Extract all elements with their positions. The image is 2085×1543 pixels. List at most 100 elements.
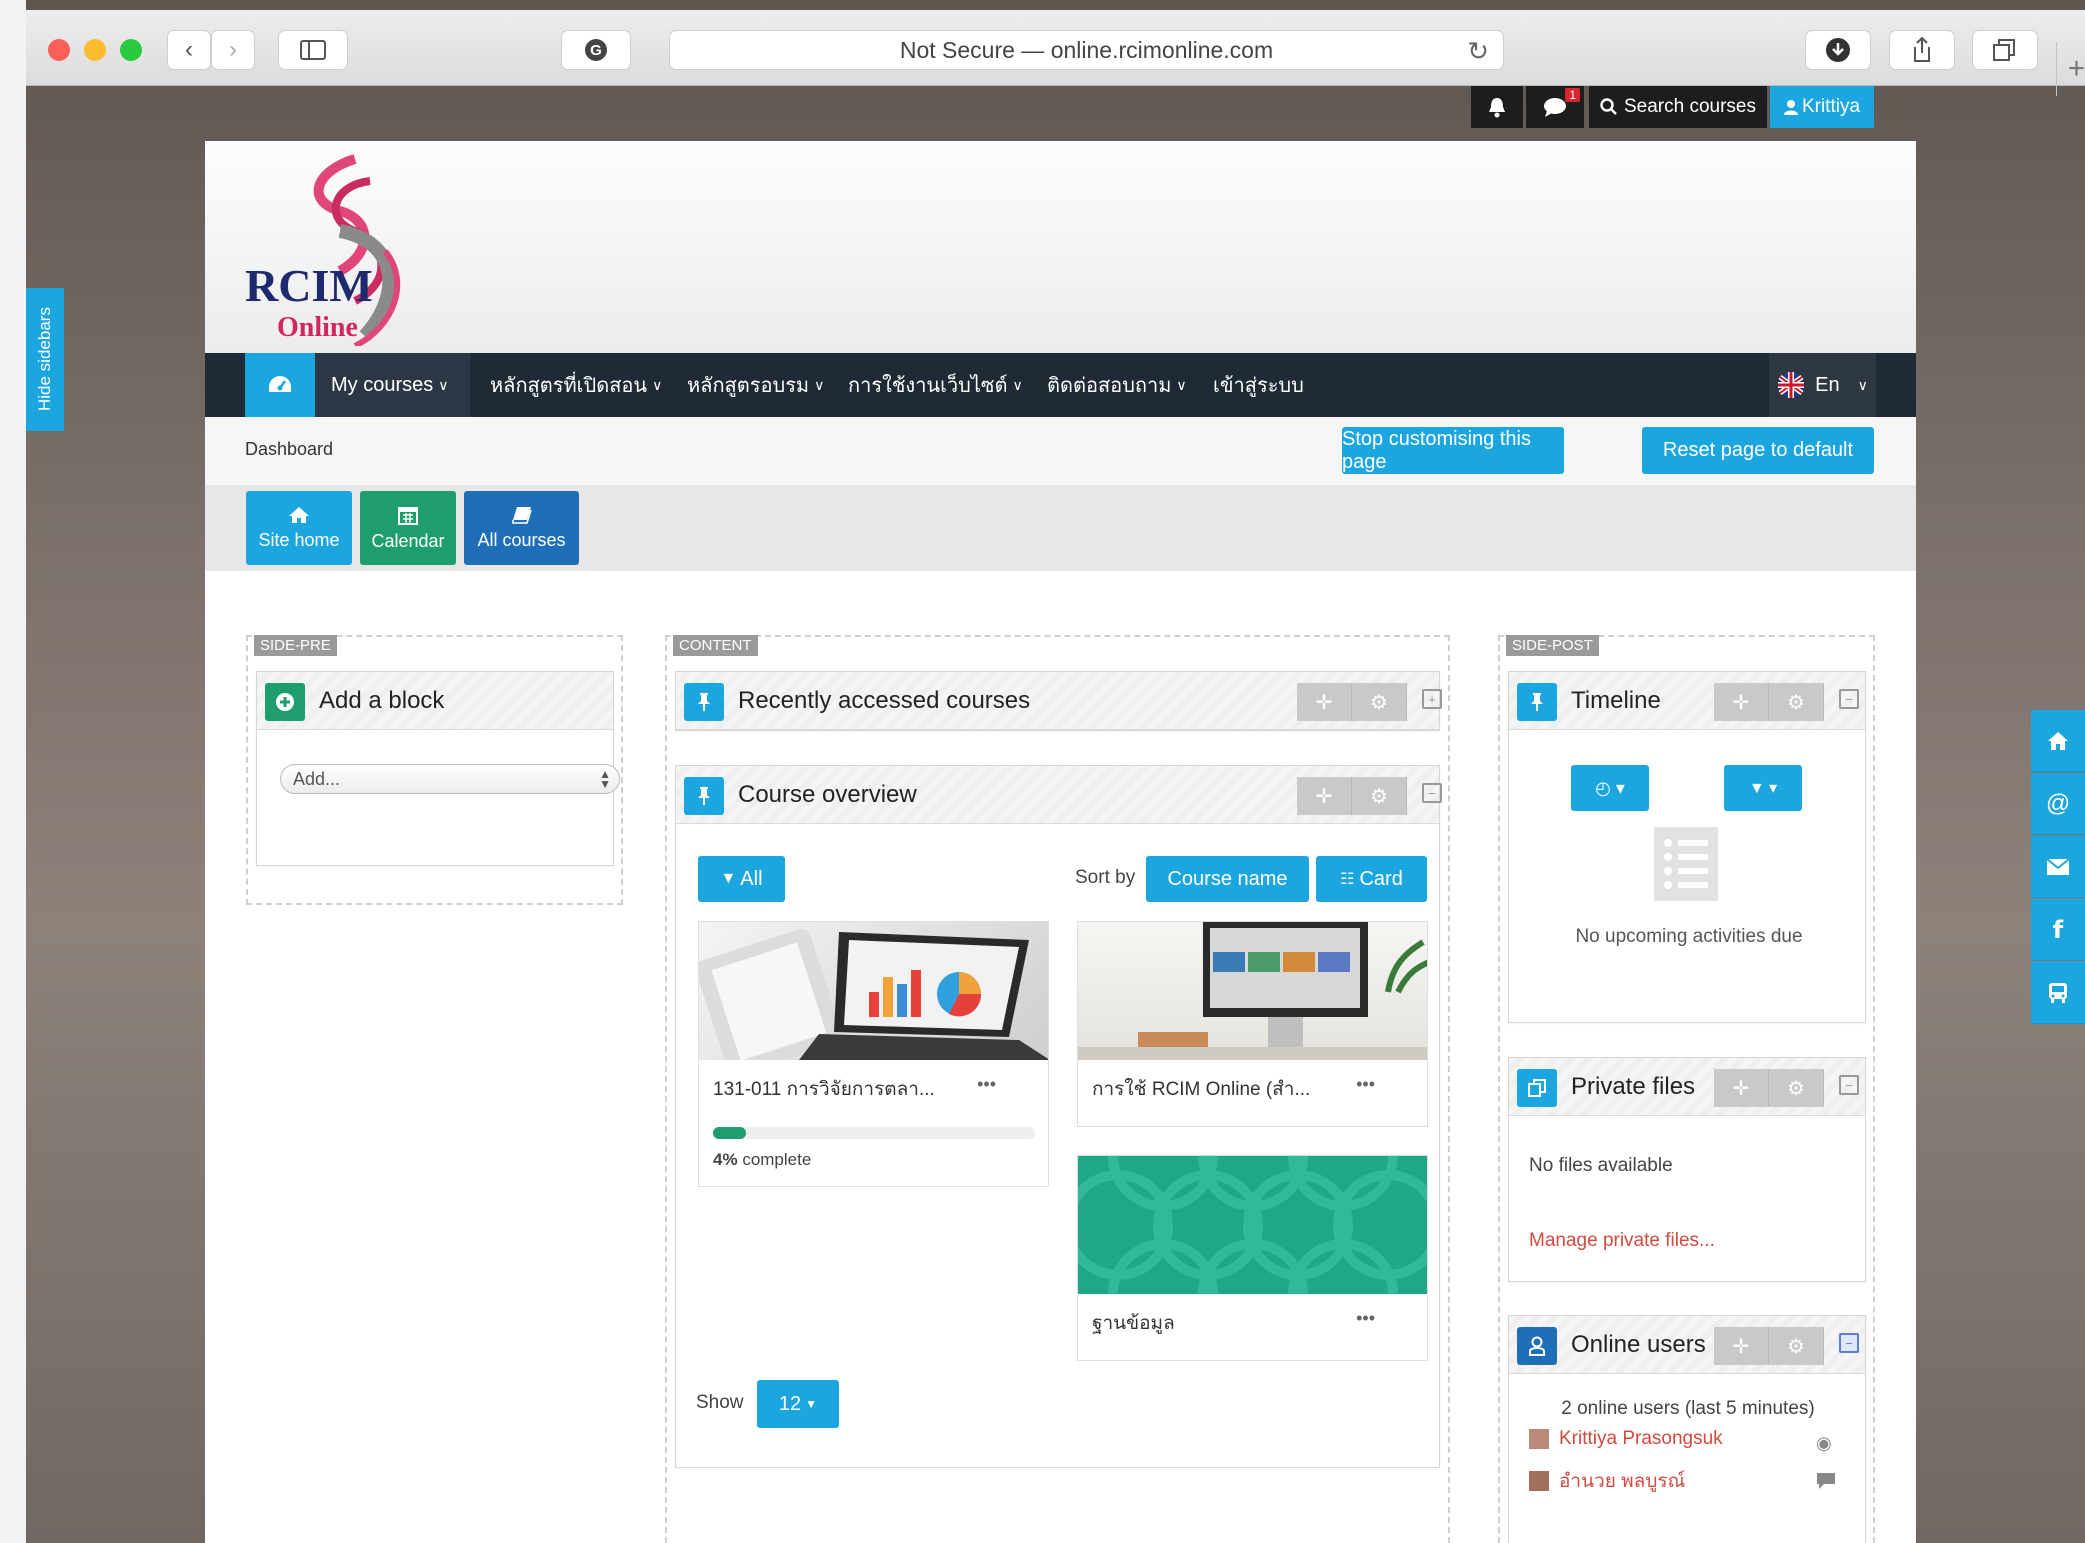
site-home-button[interactable]: Site home (246, 491, 352, 565)
timeline-filter-button[interactable]: ▼ ▾ (1724, 765, 1802, 811)
collapse-icon[interactable]: − (1839, 1075, 1859, 1095)
calendar-button[interactable]: Calendar (360, 491, 456, 565)
nav-open-courses[interactable]: หลักสูตรที่เปิดสอน ∨ (490, 353, 662, 417)
language-selector[interactable]: En ∨ (1769, 353, 1876, 417)
reload-icon[interactable]: ↻ (1467, 36, 1489, 67)
expand-icon[interactable]: + (1422, 689, 1442, 709)
view-label: Card (1359, 867, 1403, 890)
sidebar-toggle-button[interactable] (278, 30, 348, 70)
gear-icon[interactable]: ⚙ (1352, 777, 1407, 815)
chevron-down-icon: ∨ (1857, 376, 1868, 393)
pin-icon[interactable] (1517, 683, 1557, 721)
minimize-window-button[interactable] (84, 39, 106, 61)
course-card[interactable]: 131-011 การวิจัยการตลา... ••• 4% complet… (698, 921, 1049, 1187)
messages-button[interactable]: 1 (1526, 86, 1584, 128)
content-region: CONTENT Recently accessed courses ✛ ⚙ + … (665, 635, 1450, 1543)
more-options-icon[interactable]: ••• (977, 1074, 996, 1095)
pin-icon[interactable] (684, 683, 724, 721)
move-icon[interactable]: ✛ (1714, 1069, 1769, 1107)
course-title[interactable]: การใช้ RCIM Online (สำ... (1092, 1074, 1310, 1104)
manage-private-files-link[interactable]: Manage private files... (1529, 1230, 1715, 1252)
chevron-down-icon: ∨ (1176, 376, 1187, 393)
sort-course-name-button[interactable]: Course name (1146, 856, 1309, 902)
share-button[interactable] (1889, 30, 1955, 70)
gear-icon[interactable]: ⚙ (1352, 683, 1407, 721)
user-icon (1783, 100, 1798, 115)
search-courses-label: Search courses (1623, 96, 1756, 117)
add-block-select[interactable]: Add... ▲ ▼ (280, 764, 620, 794)
address-bar[interactable]: Not Secure — online.rcimonline.com ↻ (669, 30, 1504, 70)
transport-button[interactable] (2031, 962, 2085, 1024)
bus-icon (2049, 982, 2067, 1003)
new-tab-button[interactable]: + (2056, 42, 2085, 96)
notifications-button[interactable] (1471, 86, 1523, 128)
gear-icon[interactable]: ⚙ (1769, 1327, 1824, 1365)
nav-training-courses[interactable]: หลักสูตรอบรม ∨ (687, 353, 824, 417)
more-options-icon[interactable]: ••• (1356, 1074, 1375, 1095)
facebook-button[interactable]: f (2031, 899, 2085, 961)
close-window-button[interactable] (48, 39, 70, 61)
collapse-icon[interactable]: − (1422, 783, 1442, 803)
facebook-icon: f (2052, 915, 2064, 944)
breadcrumb[interactable]: Dashboard (245, 439, 333, 460)
collapse-icon[interactable]: − (1839, 1333, 1859, 1353)
user-outline-icon (1517, 1327, 1557, 1365)
hide-sidebars-button[interactable]: Hide sidebars (26, 288, 64, 431)
move-icon[interactable]: ✛ (1297, 683, 1352, 721)
move-icon[interactable]: ✛ (1297, 777, 1352, 815)
filter-icon: ▼ (720, 870, 737, 887)
search-courses-button[interactable]: Search courses (1589, 86, 1767, 128)
online-user-link[interactable]: Krittiya Prasongsuk (1559, 1428, 1723, 1450)
downloads-button[interactable] (1805, 30, 1871, 70)
view-card-button[interactable]: ☷ Card (1316, 856, 1427, 902)
course-title[interactable]: 131-011 การวิจัยการตลา... (713, 1074, 935, 1104)
envelope-icon (2046, 857, 2070, 875)
message-icon[interactable] (1816, 1472, 1836, 1490)
reset-page-button[interactable]: Reset page to default (1642, 427, 1874, 474)
calendar-icon (398, 506, 418, 525)
collapse-icon[interactable]: − (1839, 689, 1859, 709)
online-user-link[interactable]: อำนวย พลบูรณ์ (1559, 1466, 1685, 1496)
more-options-icon[interactable]: ••• (1356, 1308, 1375, 1329)
back-button[interactable]: ‹ (167, 30, 211, 70)
dashboard-nav-button[interactable] (245, 353, 315, 417)
move-icon[interactable]: ✛ (1714, 683, 1769, 721)
nav-login[interactable]: เข้าสู่ระบบ (1213, 353, 1304, 417)
progress-bar-fill (713, 1127, 747, 1139)
show-label: Show (696, 1392, 744, 1413)
tabs-icon (1993, 39, 2015, 61)
main-navbar: My courses ∨ หลักสูตรที่เปิดสอน ∨ หลักสูตร… (205, 353, 1916, 417)
show-count-select[interactable]: 12 ▼ (757, 1380, 839, 1428)
course-title[interactable]: ฐานข้อมูล (1092, 1308, 1175, 1338)
forward-button[interactable]: › (211, 30, 255, 70)
course-card[interactable]: การใช้ RCIM Online (สำ... ••• (1077, 921, 1428, 1127)
online-users-block: Online users ✛ ⚙ − 2 online users (last … (1508, 1315, 1866, 1543)
nav-my-courses[interactable]: My courses ∨ (315, 353, 470, 417)
move-icon[interactable]: ✛ (1714, 1327, 1769, 1365)
tabs-overview-button[interactable] (1972, 30, 2038, 70)
gear-icon[interactable]: ⚙ (1769, 1069, 1824, 1107)
filter-all-button[interactable]: ▼ All (698, 856, 785, 902)
user-menu-button[interactable]: Krittiya (1770, 86, 1874, 128)
mail-button[interactable] (2031, 836, 2085, 898)
home-social-button[interactable] (2031, 710, 2085, 772)
gear-icon[interactable]: ⚙ (1769, 683, 1824, 721)
logo-online-text: Online (277, 312, 358, 343)
nav-website-usage[interactable]: การใช้งานเว็บไซต์ ∨ (848, 353, 1023, 417)
nav-label: เข้าสู่ระบบ (1213, 375, 1304, 397)
zoom-window-button[interactable] (120, 39, 142, 61)
course-card[interactable]: ฐานข้อมูล ••• (1077, 1155, 1428, 1361)
svg-text:G: G (590, 42, 602, 59)
all-courses-button[interactable]: All courses (464, 491, 579, 565)
stop-customising-button[interactable]: Stop customising this page (1342, 427, 1564, 474)
extension-button[interactable]: G (561, 30, 631, 70)
pin-icon[interactable] (684, 777, 724, 815)
nav-contact[interactable]: ติดต่อสอบถาม ∨ (1047, 353, 1187, 417)
avatar (1529, 1471, 1549, 1491)
side-pre-region: SIDE-PRE Add a block Add... ▲ ▼ (246, 635, 623, 905)
timeline-sort-button[interactable]: ◴ ▾ (1571, 765, 1649, 811)
plus-circle-icon (265, 683, 305, 721)
rcim-logo[interactable]: RCIM Online (245, 151, 435, 346)
eye-icon[interactable]: ◉ (1816, 1433, 1832, 1454)
email-at-button[interactable]: @ (2031, 773, 2085, 835)
